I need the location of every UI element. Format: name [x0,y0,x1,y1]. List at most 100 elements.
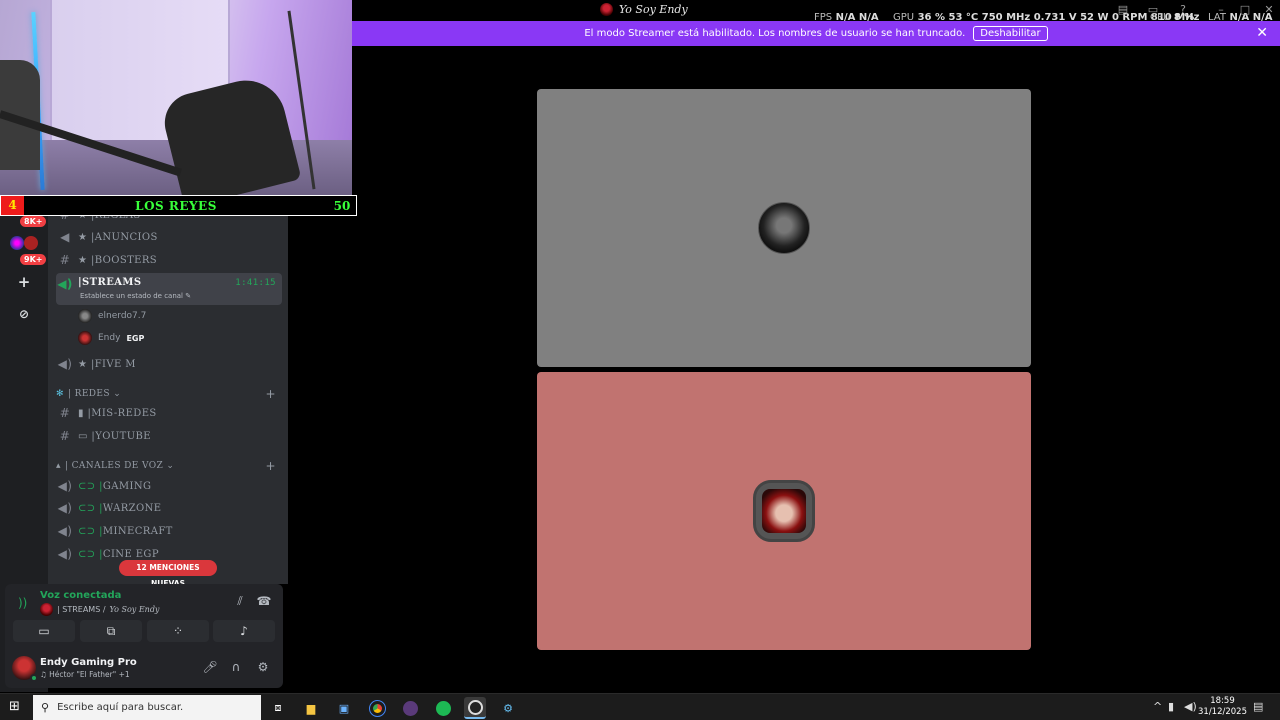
new-mentions-pill[interactable]: 12 MENCIONES NUEVAS [119,560,217,588]
text-channel-icon: # [59,429,71,443]
taskbar-search[interactable]: ⚲ [33,695,261,720]
avatar [758,202,810,254]
streamer-mode-banner: El modo Streamer está habilitado. Los no… [352,21,1280,46]
volume-icon[interactable]: ◀) [1184,700,1197,713]
voice-channel-icon: ◀) [57,479,73,493]
inbox-icon[interactable]: ▤ [1116,3,1130,17]
voice-channel-icon: ◀) [57,501,73,515]
discord-alt-icon[interactable] [399,697,421,719]
server-icon-2[interactable] [10,236,24,250]
voice-connected-panel: )) Voz conectada | STREAMS / Yo Soy Endy… [5,584,283,648]
voice-channel-info[interactable]: | STREAMS / Yo Soy Endy [40,603,159,616]
channel-name: FIVE M [94,358,136,370]
user-activity: ♫ Héctor "El Father" +1 [40,670,130,679]
voice-connected-icon: ◀) [57,277,73,291]
channel-streams[interactable]: ◀) | STREAMS 1:41:15 Establece un estado… [56,273,282,305]
explore-icon[interactable]: ⊘ [14,305,34,325]
score-left: 4 [1,196,24,215]
channel-warzone[interactable]: ◀) ⊂⊃ | WARZONE [56,497,282,519]
taskbar-clock[interactable]: 18:59 31/12/2025 [1198,696,1247,718]
maximize-icon[interactable]: □ [1238,3,1252,17]
banner-close-icon[interactable]: ✕ [1256,25,1268,41]
participant-tile[interactable] [537,89,1031,367]
channel-name: MINECRAFT [102,525,173,537]
app-title-text: Yo Soy Endy [619,3,688,16]
snowflake-icon: ✻ [56,389,64,399]
disable-streamer-button[interactable]: Deshabilitar [973,26,1048,41]
close-window-icon[interactable]: ✕ [1262,3,1276,17]
server-badge-2: 9K+ [20,254,47,265]
windows-taskbar: ⊞ ⚲ ⧈ ▆ ▣ ⚙ ^ ▮ ◀) 18:59 31/12/2025 ▤ [0,693,1280,720]
steam-icon[interactable]: ⚙ [497,697,519,719]
windows-start-icon[interactable]: ⊞ [9,700,23,714]
server-icon-3[interactable] [24,236,38,250]
category-canales-de-voz[interactable]: ▴ | CANALES DE VOZ ⌄ + [56,458,282,474]
username[interactable]: Endy Gaming Pro [40,657,137,668]
channel-five-m[interactable]: ◀) ★ | FIVE M [56,353,282,375]
category-redes[interactable]: ✻ | REDES ⌄ + [56,386,282,402]
screen-icon[interactable]: ▭ [1146,3,1160,17]
avatar [78,309,92,323]
microphone-icon[interactable]: 🎤︎ [202,660,218,676]
channel-name: MIS-REDES [91,407,157,419]
screen: Yo Soy Endy FPS N/A N/A GPU 36 % 53 °C 7… [0,0,1280,720]
voice-member[interactable]: Endy EGP [78,329,144,347]
share-screen-button[interactable]: ⧉ [80,620,142,642]
channel-minecraft[interactable]: ◀) ⊂⊃ | MINECRAFT [56,520,282,542]
channel-sidebar: # ★ | REGLAS ◀ ★ | ANUNCIOS # ★ | BOOSTE… [48,196,288,584]
search-icon: ⚲ [41,701,50,714]
connection-signal-icon[interactable]: )) [18,596,27,610]
channel-name: YOUTUBE [95,430,151,442]
search-input[interactable] [57,702,248,713]
channel-name: CINE EGP [102,548,159,560]
tray-chevron-icon[interactable]: ^ [1153,700,1162,713]
task-view-icon[interactable]: ⧈ [267,697,289,719]
camera-off-button[interactable]: ▭ [13,620,75,642]
server-avatar [40,603,53,616]
online-status-dot [30,674,38,682]
channel-mis-redes[interactable]: # ▮ | MIS-REDES [56,402,282,424]
channel-anuncios[interactable]: ◀ ★ | ANUNCIOS [56,226,282,248]
voice-channel-icon: ◀) [57,524,73,538]
soundboard-icon: ♪ [240,624,248,638]
clock-date: 31/12/2025 [1198,707,1247,717]
participant-tile-speaking[interactable] [537,372,1031,650]
channel-gaming[interactable]: ◀) ⊂⊃ | GAMING [56,475,282,497]
channel-name: ANUNCIOS [94,231,158,243]
text-channel-icon: # [59,406,71,420]
notifications-icon[interactable]: ▤ [1253,700,1263,713]
channel-youtube[interactable]: # ▭ | YOUTUBE [56,425,282,447]
channel-name: BOOSTERS [94,254,158,266]
headphones-icon[interactable]: ∩ [228,660,244,676]
server-badge-1: 8K+ [20,216,47,227]
chrome-icon[interactable] [366,697,388,719]
store-icon[interactable]: ▣ [333,697,355,719]
scoreboard-overlay: 4 LOS REYES 50 [0,195,357,216]
voice-member[interactable]: elnerdo7.7 [78,307,146,325]
webcam-overlay [0,0,352,196]
set-channel-status[interactable]: Establece un estado de canal ✎ [80,292,191,300]
banner-text: El modo Streamer está habilitado. Los no… [584,28,966,39]
channel-boosters[interactable]: # ★ | BOOSTERS [56,249,282,271]
score-title: LOS REYES [135,198,217,213]
score-right: 50 [333,198,351,213]
activities-button[interactable]: ⁘ [147,620,209,642]
disconnect-icon[interactable]: ☎ [255,594,273,610]
obs-icon[interactable] [464,697,486,719]
spotify-icon[interactable] [432,697,454,719]
help-icon[interactable]: ? [1176,3,1190,17]
voice-status[interactable]: Voz conectada [40,590,121,601]
file-explorer-icon[interactable]: ▆ [300,697,322,719]
add-channel-icon[interactable]: + [266,459,276,473]
server-avatar [600,3,613,16]
add-channel-icon[interactable]: + [266,387,276,401]
tray-mic-icon[interactable]: ▮ [1168,700,1174,713]
noise-suppression-icon[interactable]: ⫽ [231,594,249,610]
soundboard-button[interactable]: ♪ [213,620,275,642]
clock-time: 18:59 [1210,696,1235,706]
camera-off-icon: ▭ [38,624,50,638]
minimize-icon[interactable]: – [1214,3,1228,17]
add-server-icon[interactable]: + [14,273,34,293]
bell-icon: ▴ [56,461,61,471]
settings-gear-icon[interactable]: ⚙ [255,660,271,676]
